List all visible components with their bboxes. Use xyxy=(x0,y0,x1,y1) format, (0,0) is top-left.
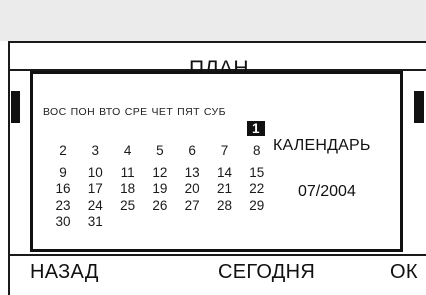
calendar-day[interactable]: 20 xyxy=(179,181,205,197)
top-background xyxy=(0,0,426,41)
left-scroll-tab xyxy=(11,91,20,123)
weekday-label: ВОС xyxy=(43,106,67,118)
calendar-day[interactable]: 23 xyxy=(50,198,76,214)
calendar-day[interactable]: 15 xyxy=(244,165,270,181)
month-year: 07/2004 xyxy=(298,183,356,200)
calendar-day[interactable]: 16 xyxy=(50,181,76,197)
calendar-day[interactable]: 29 xyxy=(244,198,270,214)
calendar-day[interactable]: 17 xyxy=(82,181,108,197)
right-scroll-tab xyxy=(414,91,424,123)
calendar-day[interactable]: 9 xyxy=(50,165,76,181)
calendar-day[interactable]: 26 xyxy=(147,198,173,214)
calendar-day[interactable]: 27 xyxy=(179,198,205,214)
ok-softkey[interactable]: ОК xyxy=(390,261,418,283)
calendar-day[interactable]: 28 xyxy=(212,198,238,214)
calendar-day[interactable]: 3 xyxy=(82,143,108,159)
weekday-label: СУБ xyxy=(203,106,226,118)
calendar-day[interactable]: 5 xyxy=(147,143,173,159)
calendar-day-selected[interactable]: 1 xyxy=(246,121,265,136)
weekday-label: СРЕ xyxy=(124,106,148,118)
phone-screen: ПЛАН ВОС ПОН ВТО СРЕ ЧЕТ ПЯТ СУБ 1 2 3 4 5 6 7 8 9 10 11… xyxy=(8,41,426,295)
today-softkey[interactable]: СЕГОДНЯ xyxy=(218,261,315,283)
calendar-day[interactable]: 25 xyxy=(115,198,141,214)
calendar-day[interactable]: 2 xyxy=(50,143,76,159)
weekday-label: ЧЕТ xyxy=(151,106,174,118)
calendar-day[interactable]: 31 xyxy=(82,214,108,230)
calendar-day[interactable]: 21 xyxy=(212,181,238,197)
back-softkey[interactable]: НАЗАД xyxy=(30,261,99,283)
screen-top-border xyxy=(8,41,426,43)
calendar-day[interactable]: 19 xyxy=(147,181,173,197)
calendar-day[interactable]: 18 xyxy=(115,181,141,197)
calendar-day[interactable]: 12 xyxy=(147,165,173,181)
calendar-label: КАЛЕНДАРЬ xyxy=(273,137,371,154)
calendar-day[interactable]: 4 xyxy=(115,143,141,159)
calendar-day[interactable]: 11 xyxy=(115,165,141,181)
calendar-day[interactable]: 30 xyxy=(50,214,76,230)
calendar-day[interactable]: 14 xyxy=(212,165,238,181)
weekday-label: ПОН xyxy=(70,106,96,118)
calendar-day[interactable]: 22 xyxy=(244,181,270,197)
calendar-day[interactable]: 8 xyxy=(244,143,270,159)
weekday-header: ВОС ПОН ВТО СРЕ ЧЕТ ПЯТ СУБ xyxy=(43,106,230,118)
calendar-day[interactable]: 24 xyxy=(82,198,108,214)
calendar-day[interactable]: 13 xyxy=(179,165,205,181)
screen-left-border xyxy=(8,41,10,295)
softkey-divider xyxy=(8,254,426,256)
calendar-day[interactable]: 10 xyxy=(82,165,108,181)
weekday-label: ВТО xyxy=(99,106,121,118)
calendar-day[interactable]: 6 xyxy=(179,143,205,159)
calendar-day[interactable]: 7 xyxy=(212,143,238,159)
weekday-label: ПЯТ xyxy=(177,106,200,118)
